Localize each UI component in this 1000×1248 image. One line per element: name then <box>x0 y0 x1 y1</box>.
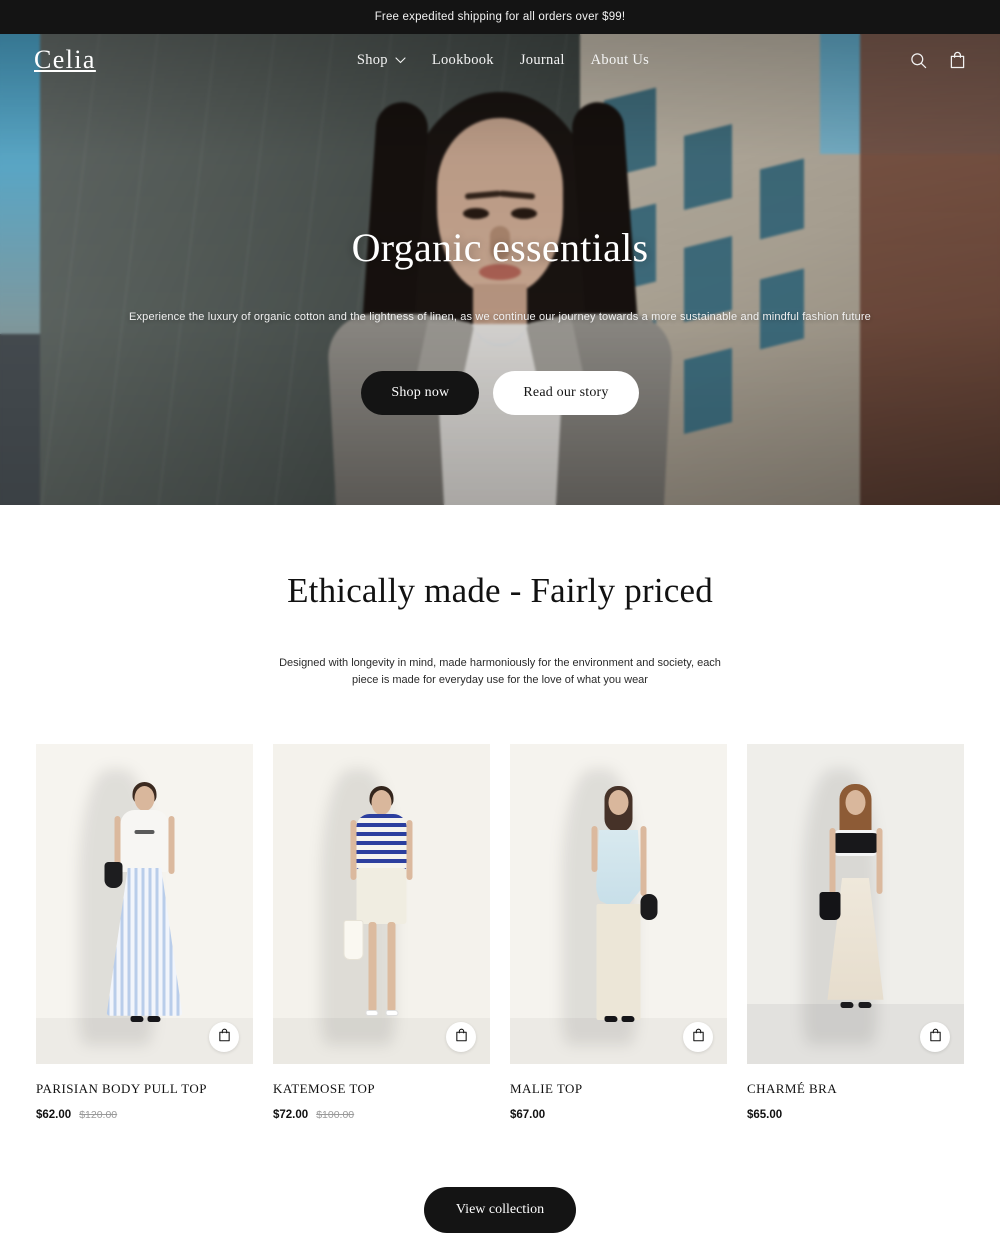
product-bag <box>104 861 123 888</box>
shopping-bag-icon[interactable] <box>949 51 966 69</box>
product-price: $67.00 <box>510 1108 546 1121</box>
product-price-row: $62.00 $120.00 <box>36 1109 253 1121</box>
add-to-cart-button[interactable] <box>446 1021 476 1052</box>
product-garment-top <box>120 809 169 872</box>
product-image[interactable] <box>36 743 253 1064</box>
nav-item-label: Shop <box>356 51 388 68</box>
product-image[interactable] <box>747 743 964 1064</box>
product-grid: PARISIAN BODY PULL TOP $62.00 $120.00 KA… <box>36 743 964 1121</box>
product-image[interactable] <box>510 743 727 1064</box>
nav-item-journal[interactable]: Journal <box>520 52 565 69</box>
chevron-down-icon <box>395 52 406 69</box>
product-garment-skirt <box>106 867 183 1016</box>
add-to-cart-button[interactable] <box>683 1021 713 1052</box>
shopping-bag-icon <box>929 1028 942 1045</box>
product-garment-top <box>356 813 407 870</box>
hero-buttons: Shop now Read our story <box>0 370 1000 415</box>
nav-item-lookbook[interactable]: Lookbook <box>432 52 494 69</box>
hero-copy: Organic essentials Experience the luxury… <box>0 224 1000 415</box>
product-name[interactable]: PARISIAN BODY PULL TOP <box>36 1081 253 1097</box>
nav-item-about-us[interactable]: About Us <box>591 52 649 69</box>
search-icon[interactable] <box>910 52 927 69</box>
product-price-row: $67.00 <box>510 1109 727 1121</box>
add-to-cart-button[interactable] <box>920 1021 950 1052</box>
section-title: Ethically made - Fairly priced <box>287 571 713 610</box>
hero-subtitle: Experience the luxury of organic cotton … <box>129 311 871 323</box>
shop-now-button[interactable]: Shop now <box>361 370 480 415</box>
product-bag <box>343 919 364 960</box>
main-navigation: Shop Lookbook Journal About Us <box>96 52 910 69</box>
product-garment-top <box>595 829 642 912</box>
product-garment-pants <box>596 903 641 1020</box>
product-card[interactable]: PARISIAN BODY PULL TOP $62.00 $120.00 <box>36 743 253 1121</box>
hero-section: Celia Shop Lookbook Journal About Us Org… <box>0 34 1000 505</box>
product-card[interactable]: MALIE TOP $67.00 <box>510 743 727 1121</box>
shopping-bag-icon <box>218 1028 231 1045</box>
product-compare-price: $100.00 <box>316 1108 355 1121</box>
product-name[interactable]: KATEMOSE TOP <box>273 1081 490 1097</box>
values-section: Ethically made - Fairly priced Designed … <box>0 505 1000 1233</box>
view-collection-button[interactable]: View collection <box>423 1186 577 1233</box>
collection-cta-wrap: View collection <box>0 1186 1000 1233</box>
product-price: $65.00 <box>747 1108 783 1121</box>
product-price-row: $72.00 $100.00 <box>273 1109 490 1121</box>
product-garment-skirt <box>356 867 407 924</box>
product-name[interactable]: MALIE TOP <box>510 1081 727 1097</box>
product-price: $72.00 <box>273 1108 309 1121</box>
header-actions <box>910 51 966 69</box>
product-bag <box>819 891 841 920</box>
site-header: Celia Shop Lookbook Journal About Us <box>0 34 1000 86</box>
product-garment-bra <box>834 829 877 856</box>
announcement-text: Free expedited shipping for all orders o… <box>374 11 626 23</box>
product-name[interactable]: CHARMÉ BRA <box>747 1081 964 1097</box>
shopping-bag-icon <box>455 1028 468 1045</box>
product-image[interactable] <box>273 743 490 1064</box>
product-bag <box>640 893 658 920</box>
hero-title: Organic essentials <box>351 225 649 270</box>
section-subtitle: Designed with longevity in mind, made ha… <box>279 657 721 687</box>
announcement-bar: Free expedited shipping for all orders o… <box>0 0 1000 34</box>
add-to-cart-button[interactable] <box>209 1021 239 1052</box>
product-compare-price: $120.00 <box>79 1108 118 1121</box>
product-card[interactable]: KATEMOSE TOP $72.00 $100.00 <box>273 743 490 1121</box>
product-price-row: $65.00 <box>747 1109 964 1121</box>
product-price: $62.00 <box>36 1108 72 1121</box>
nav-item-shop[interactable]: Shop <box>357 52 406 69</box>
read-our-story-button[interactable]: Read our story <box>493 370 639 415</box>
product-card[interactable]: CHARMÉ BRA $65.00 <box>747 743 964 1121</box>
site-logo[interactable]: Celia <box>34 45 96 75</box>
shopping-bag-icon <box>692 1028 705 1045</box>
